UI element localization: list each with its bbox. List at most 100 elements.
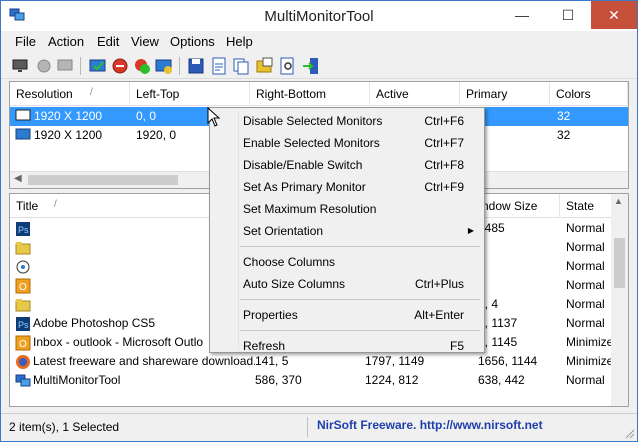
- menu-help[interactable]: Help: [226, 34, 253, 49]
- menu-item-shortcut: Ctrl+F6: [424, 114, 464, 128]
- menu-action[interactable]: Action: [48, 34, 84, 49]
- menu-view[interactable]: View: [131, 34, 159, 49]
- menu-item-set-orientation[interactable]: Set Orientation ▶: [210, 220, 484, 242]
- window-state: Minimize: [566, 354, 614, 368]
- menu-item-set-as-primary-monitor[interactable]: Set As Primary Monitor Ctrl+F9: [210, 176, 484, 198]
- window-title: MultiMonitorTool: [33, 373, 121, 387]
- toolbar: [1, 53, 637, 79]
- menu-item-disable-selected-monitors[interactable]: Disable Selected Monitors Ctrl+F6: [210, 110, 484, 132]
- svg-text:O: O: [19, 282, 27, 293]
- menu-separator: [240, 299, 480, 300]
- monitor-left-top: 1920, 0: [136, 128, 177, 142]
- menu-item-disable-enable-switch[interactable]: Disable/Enable Switch Ctrl+F8: [210, 154, 484, 176]
- minimize-button[interactable]: —: [499, 1, 545, 29]
- window-state: Normal: [566, 297, 605, 311]
- window-state: Normal: [566, 316, 605, 330]
- scroll-thumb[interactable]: [614, 238, 625, 288]
- menu-item-label: Disable/Enable Switch: [243, 158, 363, 172]
- svg-text:Ps: Ps: [18, 320, 29, 330]
- close-button[interactable]: ✕: [591, 1, 637, 29]
- nirsoft-link[interactable]: NirSoft Freeware. http://www.nirsoft.net: [317, 418, 543, 432]
- menu-item-shortcut: Ctrl+Plus: [414, 277, 464, 291]
- menu-item-label: Enable Selected Monitors: [243, 136, 380, 150]
- menu-options[interactable]: Options: [170, 34, 215, 49]
- resize-grip-icon[interactable]: [623, 427, 635, 439]
- column-right-bottom[interactable]: Right-Bottom: [250, 82, 370, 106]
- menu-item-label: Disable Selected Monitors: [243, 114, 383, 128]
- menu-item-enable-selected-monitors[interactable]: Enable Selected Monitors Ctrl+F7: [210, 132, 484, 154]
- monitor-icon: [15, 128, 31, 140]
- window-row[interactable]: MultiMonitorTool 586, 370 1224, 812 638, 44…: [10, 371, 628, 390]
- disable-monitor-icon[interactable]: [110, 56, 130, 76]
- window-left-top: 586, 370: [255, 373, 302, 387]
- monitor-colors: 32: [557, 109, 571, 123]
- column-resolution[interactable]: Resolution: [10, 82, 130, 106]
- toolbar-separator: [80, 57, 81, 75]
- column-colors[interactable]: Colors: [550, 82, 628, 106]
- menu-edit[interactable]: Edit: [97, 34, 119, 49]
- primary-monitor-icon[interactable]: [154, 56, 174, 76]
- menu-item-choose-columns[interactable]: Choose Columns: [210, 251, 484, 273]
- gear-disabled-icon[interactable]: [34, 56, 54, 76]
- menu-item-shortcut: F5: [449, 339, 464, 353]
- windows-vscrollbar[interactable]: ▲: [611, 194, 628, 406]
- window-state: Normal: [566, 240, 605, 254]
- monitor-disabled-icon[interactable]: [55, 56, 75, 76]
- mouse-cursor-icon: [207, 107, 221, 127]
- menu-item-shortcut: Ctrl+F9: [424, 180, 464, 194]
- switch-monitor-icon[interactable]: [132, 56, 152, 76]
- window-state: Normal: [566, 278, 605, 292]
- menu-bar: File Action Edit View Options Help: [1, 31, 637, 53]
- context-menu: Disable Selected Monitors Ctrl+F6 Enable S…: [209, 107, 485, 353]
- scroll-up-icon[interactable]: ▲: [614, 196, 623, 206]
- submenu-arrow-icon: ▶: [467, 226, 474, 235]
- window-size: 638, 442: [478, 373, 525, 387]
- window-state: Normal: [566, 221, 605, 235]
- column-primary[interactable]: Primary: [460, 82, 550, 106]
- status-bar: 2 item(s), 1 Selected NirSoft Freeware. …: [1, 413, 637, 441]
- copy-icon[interactable]: [231, 56, 251, 76]
- exit-icon[interactable]: [301, 56, 321, 76]
- menu-item-set-maximum-resolution[interactable]: Set Maximum Resolution: [210, 198, 484, 220]
- monitor-icon[interactable]: [11, 56, 31, 76]
- menu-item-auto-size-columns[interactable]: Auto Size Columns Ctrl+Plus: [210, 273, 484, 295]
- scroll-thumb[interactable]: [28, 175, 178, 185]
- menu-separator: [240, 246, 480, 247]
- status-divider: [307, 417, 308, 437]
- monitor-resolution: 1920 X 1200: [34, 109, 103, 123]
- menu-item-label: Set Orientation: [243, 224, 324, 238]
- folder-icon: [15, 242, 31, 255]
- menu-item-label: Refresh: [243, 339, 286, 353]
- column-state[interactable]: State: [560, 194, 612, 218]
- toolbar-separator: [179, 57, 180, 75]
- scroll-left-icon[interactable]: ◀: [14, 173, 22, 184]
- html-report-icon[interactable]: [209, 56, 229, 76]
- window-state: Normal: [566, 373, 605, 387]
- properties-icon[interactable]: [255, 56, 275, 76]
- photoshop-icon: Ps: [16, 222, 30, 236]
- status-item-count: 2 item(s), 1 Selected: [9, 420, 120, 434]
- window-state: Minimize: [566, 335, 614, 349]
- menu-file[interactable]: File: [15, 34, 36, 49]
- firefox-icon: [16, 355, 30, 369]
- find-icon[interactable]: [278, 56, 298, 76]
- outlook-icon: O: [15, 278, 31, 294]
- save-icon[interactable]: [186, 56, 206, 76]
- menu-item-properties[interactable]: Properties Alt+Enter: [210, 304, 484, 326]
- menu-item-shortcut: Ctrl+F7: [424, 136, 464, 150]
- menu-item-label: Set As Primary Monitor: [243, 180, 366, 194]
- app-window: MultiMonitorTool — ☐ ✕ File Action Edit …: [0, 0, 638, 442]
- column-window-size[interactable]: ndow Size: [476, 194, 560, 218]
- monitor-resolution: 1920 X 1200: [34, 128, 103, 142]
- menu-item-refresh[interactable]: Refresh F5: [210, 335, 484, 357]
- column-left-top[interactable]: Left-Top: [130, 82, 250, 106]
- menu-item-label: Set Maximum Resolution: [243, 202, 377, 216]
- maximize-button[interactable]: ☐: [545, 1, 591, 29]
- sort-indicator-icon: /: [54, 199, 57, 210]
- outlook-icon: O: [15, 335, 31, 351]
- column-active[interactable]: Active: [370, 82, 460, 106]
- window-state: Normal: [566, 259, 605, 273]
- window-size: 1656, 1144: [478, 354, 538, 368]
- monitor-colors: 32: [557, 128, 571, 142]
- enable-monitor-icon[interactable]: [88, 56, 108, 76]
